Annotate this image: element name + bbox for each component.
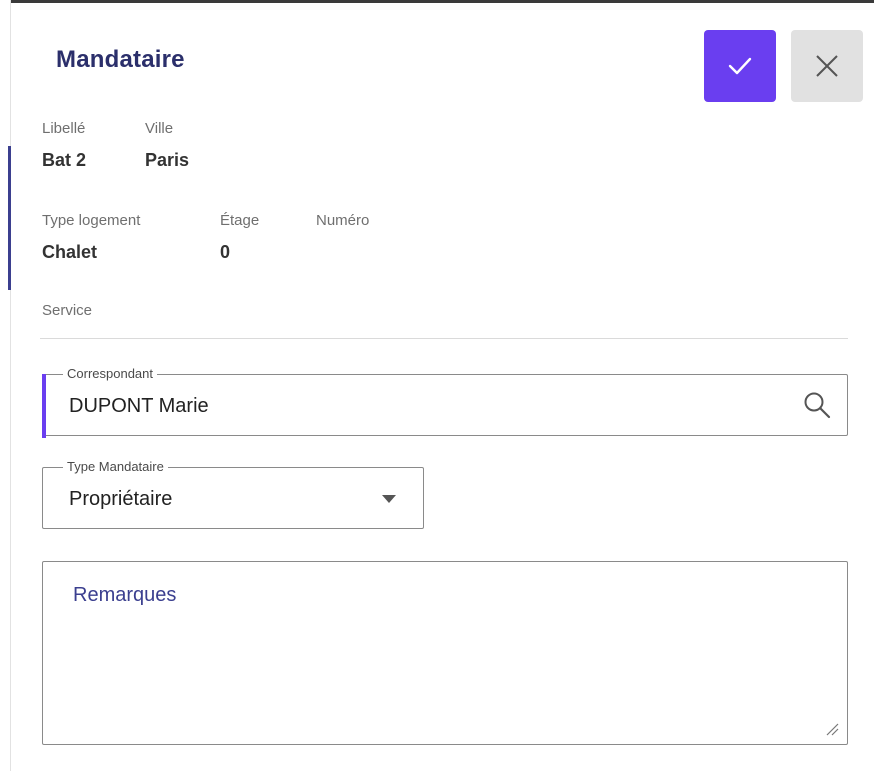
correspondant-field[interactable]: Correspondant DUPONT Marie xyxy=(42,366,848,438)
close-button[interactable] xyxy=(791,30,863,102)
panel-top-border xyxy=(10,0,874,3)
type-mandataire-select[interactable]: Type Mandataire Propriétaire xyxy=(42,459,424,529)
libelle-value: Bat 2 xyxy=(42,150,87,170)
resize-handle-icon[interactable] xyxy=(825,722,839,736)
libelle-label: Libellé xyxy=(42,120,86,137)
close-icon xyxy=(816,55,838,77)
type-mandataire-label: Type Mandataire xyxy=(63,459,168,475)
numero-label: Numéro xyxy=(316,212,370,229)
service-label: Service xyxy=(42,302,93,319)
correspondant-focus-accent xyxy=(42,374,46,438)
correspondant-input[interactable]: DUPONT Marie xyxy=(69,395,209,418)
panel-left-border xyxy=(10,0,11,771)
panel-left-accent xyxy=(8,146,11,290)
section-divider xyxy=(40,338,848,339)
type-logement-value: Chalet xyxy=(42,242,98,262)
check-icon xyxy=(728,57,752,75)
panel-title: Mandataire xyxy=(56,46,185,73)
etage-value: 0 xyxy=(220,242,231,262)
remarques-placeholder: Remarques xyxy=(73,584,177,606)
correspondant-label: Correspondant xyxy=(63,366,157,382)
type-mandataire-value: Propriétaire xyxy=(69,488,173,510)
ville-value: Paris xyxy=(145,150,190,170)
remarques-textarea[interactable]: Remarques xyxy=(42,561,848,745)
confirm-button[interactable] xyxy=(704,30,776,102)
search-icon[interactable] xyxy=(803,391,831,419)
ville-label: Ville xyxy=(145,120,174,137)
caret-down-icon[interactable] xyxy=(381,494,397,504)
type-logement-label: Type logement xyxy=(42,212,141,229)
etage-label: Étage xyxy=(220,212,260,229)
